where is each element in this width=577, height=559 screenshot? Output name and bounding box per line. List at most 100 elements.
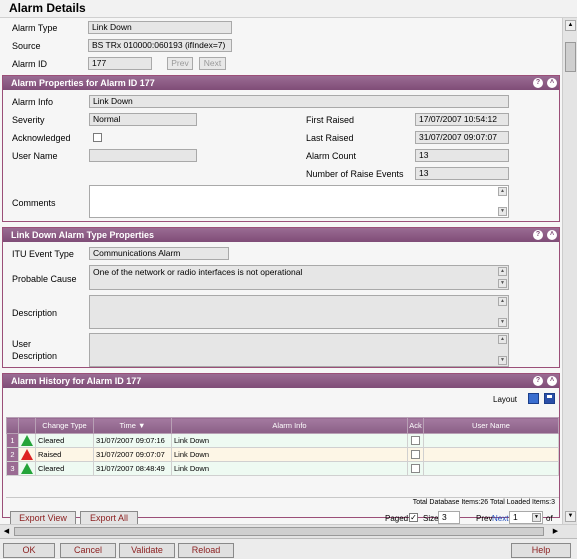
- ok-button[interactable]: OK: [3, 543, 55, 558]
- vertical-scrollbar[interactable]: ▲ ▼: [562, 18, 577, 524]
- column-header-time[interactable]: Time ▼: [93, 417, 172, 434]
- raise-events-field: 13: [415, 167, 509, 180]
- last-raised-label: Last Raised: [306, 133, 354, 143]
- row-number: 1: [6, 433, 19, 448]
- itu-event-type-field: Communications Alarm: [89, 247, 229, 260]
- paged-checkbox[interactable]: ✓: [409, 513, 418, 522]
- column-header-change-type[interactable]: Change Type: [35, 417, 94, 434]
- horizontal-scrollbar[interactable]: ◀ ▶: [0, 524, 577, 538]
- cleared-icon: [18, 433, 36, 448]
- cancel-button[interactable]: Cancel: [60, 543, 116, 558]
- source-label: Source: [12, 41, 41, 51]
- ack-checkbox[interactable]: [411, 464, 420, 474]
- validate-button[interactable]: Validate: [119, 543, 175, 558]
- ack-checkbox[interactable]: [411, 436, 420, 446]
- raise-events-label: Number of Raise Events: [306, 169, 404, 179]
- horizontal-scroll-thumb[interactable]: [14, 527, 544, 536]
- prev-page-label: Prev: [476, 514, 493, 523]
- alarm-history-header: Alarm History for Alarm ID 177 ? ˄: [3, 374, 559, 388]
- divider: [6, 497, 559, 498]
- chevron-down-icon: ▼: [532, 513, 541, 522]
- comments-textarea[interactable]: ▲ ▼: [89, 185, 509, 218]
- cell-user-name: [423, 461, 559, 476]
- probable-cause-text: One of the network or radio interfaces i…: [93, 267, 303, 277]
- user-name-label: User Name: [12, 151, 58, 161]
- layout-icon[interactable]: [528, 393, 539, 404]
- page-title: Alarm Details: [9, 1, 86, 15]
- table-row[interactable]: 1 Cleared 31/07/2007 09:07:16 Link Down: [6, 433, 559, 448]
- comments-label: Comments: [12, 198, 56, 208]
- collapse-icon[interactable]: ˄: [547, 376, 557, 386]
- page-count: of 9: [546, 514, 553, 524]
- export-view-button[interactable]: Export View: [10, 511, 76, 524]
- description-textarea[interactable]: ▲ ▼: [89, 295, 509, 329]
- cell-ack: [407, 461, 424, 476]
- probable-cause-scrollbar[interactable]: ▲ ▼: [498, 267, 507, 288]
- table-header-row: Change Type Time ▼ Alarm Info Ack User N…: [6, 417, 559, 434]
- ack-checkbox[interactable]: [411, 450, 420, 460]
- alarm-type-properties-title: Link Down Alarm Type Properties: [11, 230, 155, 240]
- alarm-properties-panel: Alarm Properties for Alarm ID 177 ? ˄ Al…: [2, 75, 560, 222]
- alarm-properties-title: Alarm Properties for Alarm ID 177: [11, 78, 155, 88]
- page-size-input[interactable]: 3: [438, 511, 460, 524]
- alarm-id-label: Alarm ID: [12, 59, 48, 69]
- table-row[interactable]: 2 Raised 31/07/2007 09:07:07 Link Down: [6, 447, 559, 462]
- export-all-button[interactable]: Export All: [80, 511, 138, 524]
- alarm-type-field: Link Down: [88, 21, 232, 34]
- comments-scrollbar[interactable]: ▲ ▼: [498, 187, 507, 216]
- cell-user-name: [423, 447, 559, 462]
- column-header-alarm-info[interactable]: Alarm Info: [171, 417, 408, 434]
- cell-time: 31/07/2007 09:07:16: [93, 433, 172, 448]
- scroll-thumb[interactable]: [565, 42, 576, 72]
- cleared-icon: [18, 461, 36, 476]
- itu-event-type-label: ITU Event Type: [12, 249, 74, 259]
- next-alarm-button[interactable]: Next: [199, 57, 226, 70]
- cell-ack: [407, 447, 424, 462]
- prev-alarm-button[interactable]: Prev: [167, 57, 193, 70]
- cell-time: 31/07/2007 09:07:07: [93, 447, 172, 462]
- cell-time: 31/07/2007 08:48:49: [93, 461, 172, 476]
- help-icon[interactable]: ?: [533, 376, 543, 386]
- help-icon[interactable]: ?: [533, 78, 543, 88]
- page-select-value: 1: [513, 512, 518, 522]
- scroll-left-icon[interactable]: ◀: [1, 526, 12, 537]
- alarm-type-properties-header: Link Down Alarm Type Properties ? ˄: [3, 228, 559, 242]
- collapse-icon[interactable]: ˄: [547, 78, 557, 88]
- page-select[interactable]: 1 ▼: [509, 511, 543, 524]
- probable-cause-textarea[interactable]: One of the network or radio interfaces i…: [89, 265, 509, 290]
- acknowledged-checkbox[interactable]: [93, 133, 102, 142]
- collapse-icon[interactable]: ˄: [547, 230, 557, 240]
- title-bar: Alarm Details: [0, 0, 577, 18]
- help-icon[interactable]: ?: [533, 230, 543, 240]
- column-header-user-name[interactable]: User Name: [423, 417, 559, 434]
- cell-change-type: Cleared: [35, 433, 94, 448]
- scroll-right-icon[interactable]: ▶: [550, 526, 561, 537]
- save-icon[interactable]: [544, 393, 555, 404]
- user-description-label-line2: Description: [12, 351, 58, 361]
- probable-cause-label: Probable Cause: [12, 274, 77, 284]
- alarm-count-field: 13: [415, 149, 509, 162]
- scroll-up-icon[interactable]: ▲: [565, 20, 576, 31]
- next-page-link[interactable]: Next: [492, 514, 508, 523]
- description-scrollbar[interactable]: ▲ ▼: [498, 297, 507, 327]
- alarm-id-field: 177: [88, 57, 152, 70]
- help-button[interactable]: Help: [511, 543, 571, 558]
- cell-alarm-info: Link Down: [171, 461, 408, 476]
- alarm-history-table: Change Type Time ▼ Alarm Info Ack User N…: [6, 417, 559, 476]
- user-description-label-line1: User: [12, 339, 32, 349]
- cell-alarm-info: Link Down: [171, 447, 408, 462]
- totals-text: Total Database Items:26 Total Loaded Ite…: [412, 499, 555, 506]
- first-raised-field: 17/07/2007 10:54:12: [415, 113, 509, 126]
- column-header-ack[interactable]: Ack: [407, 417, 424, 434]
- alarm-count-label: Alarm Count: [306, 151, 357, 161]
- table-row[interactable]: 3 Cleared 31/07/2007 08:48:49 Link Down: [6, 461, 559, 476]
- user-description-scrollbar[interactable]: ▲ ▼: [498, 335, 507, 365]
- source-field: BS TRx 010000:060193 (ifIndex=7): [88, 39, 232, 52]
- alarm-history-title: Alarm History for Alarm ID 177: [11, 376, 142, 386]
- content-area: Alarm Type Link Down Source BS TRx 01000…: [0, 18, 562, 524]
- user-description-textarea[interactable]: ▲ ▼: [89, 333, 509, 367]
- description-label: Description: [12, 308, 58, 318]
- reload-button[interactable]: Reload: [178, 543, 234, 558]
- severity-field: Normal: [89, 113, 197, 126]
- scroll-down-icon[interactable]: ▼: [565, 511, 576, 522]
